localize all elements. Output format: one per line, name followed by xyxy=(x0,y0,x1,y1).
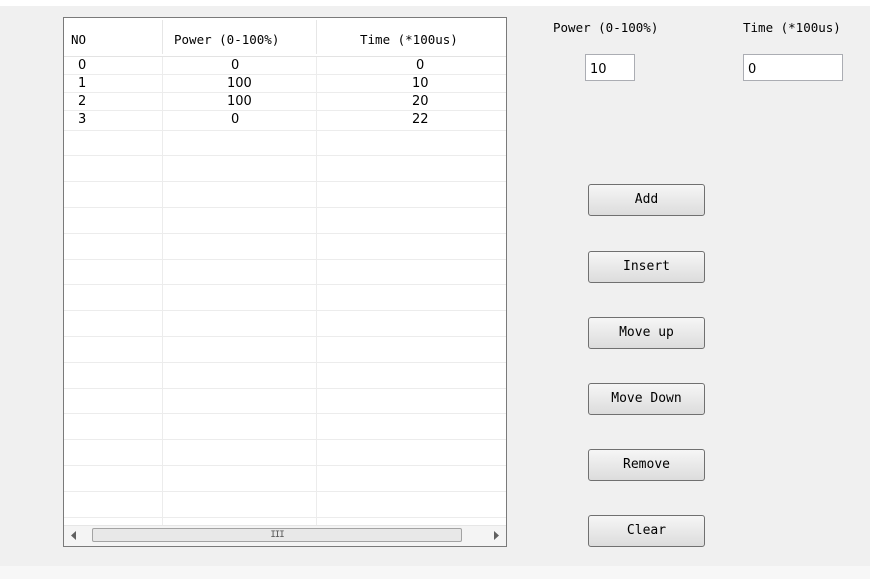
empty-row-line xyxy=(64,181,506,183)
empty-row-line xyxy=(64,439,506,441)
empty-row-line xyxy=(64,206,506,208)
empty-row-line xyxy=(64,258,506,260)
cell-no: 2 xyxy=(78,94,87,109)
empty-row-line xyxy=(64,155,506,157)
window-top-strip xyxy=(0,0,870,6)
clear-button[interactable]: Clear xyxy=(588,515,705,547)
list-body: 0 0 0 1 100 10 2 100 20 3 0 22 xyxy=(64,57,506,525)
empty-row-line xyxy=(64,413,506,415)
table-row[interactable]: 3 0 22 xyxy=(64,111,506,129)
empty-row-line xyxy=(64,129,506,131)
table-row[interactable]: 2 100 20 xyxy=(64,93,506,111)
row-spacer xyxy=(64,49,506,67)
cell-power: 0 xyxy=(231,112,240,127)
empty-row-line xyxy=(64,490,506,492)
arrow-right-icon xyxy=(494,531,499,540)
move-up-button[interactable]: Move up xyxy=(588,317,705,349)
power-label: Power (0-100%) xyxy=(553,20,659,35)
empty-row-line xyxy=(64,464,506,466)
scrollbar-thumb[interactable]: III xyxy=(92,528,462,542)
horizontal-scrollbar[interactable]: III xyxy=(64,525,506,546)
empty-row-line xyxy=(64,361,506,363)
add-button[interactable]: Add xyxy=(588,184,705,216)
move-down-button[interactable]: Move Down xyxy=(588,383,705,415)
row-line xyxy=(64,92,506,93)
power-input[interactable] xyxy=(585,54,635,81)
insert-button[interactable]: Insert xyxy=(588,251,705,283)
row-line xyxy=(64,74,506,75)
scroll-left-button[interactable] xyxy=(64,526,84,546)
power-time-list[interactable]: NO Power (0-100%) Time (*100us) 0 0 0 1 … xyxy=(63,17,507,547)
cell-time: 20 xyxy=(412,94,429,109)
empty-row-line xyxy=(64,335,506,337)
remove-button[interactable]: Remove xyxy=(588,449,705,481)
empty-row-line xyxy=(64,232,506,234)
row-line xyxy=(64,110,506,111)
table-row[interactable]: 1 100 10 xyxy=(64,75,506,93)
empty-row-line xyxy=(64,387,506,389)
empty-row-line xyxy=(64,516,506,518)
scrollbar-grip-icon: III xyxy=(270,530,284,540)
cell-power: 100 xyxy=(227,94,252,109)
scroll-right-button[interactable] xyxy=(486,526,506,546)
empty-row-line xyxy=(64,310,506,312)
arrow-left-icon xyxy=(71,531,76,540)
window-bottom-strip xyxy=(0,566,870,579)
cell-no: 1 xyxy=(78,76,87,91)
cell-time: 22 xyxy=(412,112,429,127)
time-label: Time (*100us) xyxy=(743,20,841,35)
empty-row-line xyxy=(64,284,506,286)
time-input[interactable] xyxy=(743,54,843,81)
cell-power: 100 xyxy=(227,76,252,91)
cell-time: 10 xyxy=(412,76,429,91)
cell-no: 3 xyxy=(78,112,87,127)
